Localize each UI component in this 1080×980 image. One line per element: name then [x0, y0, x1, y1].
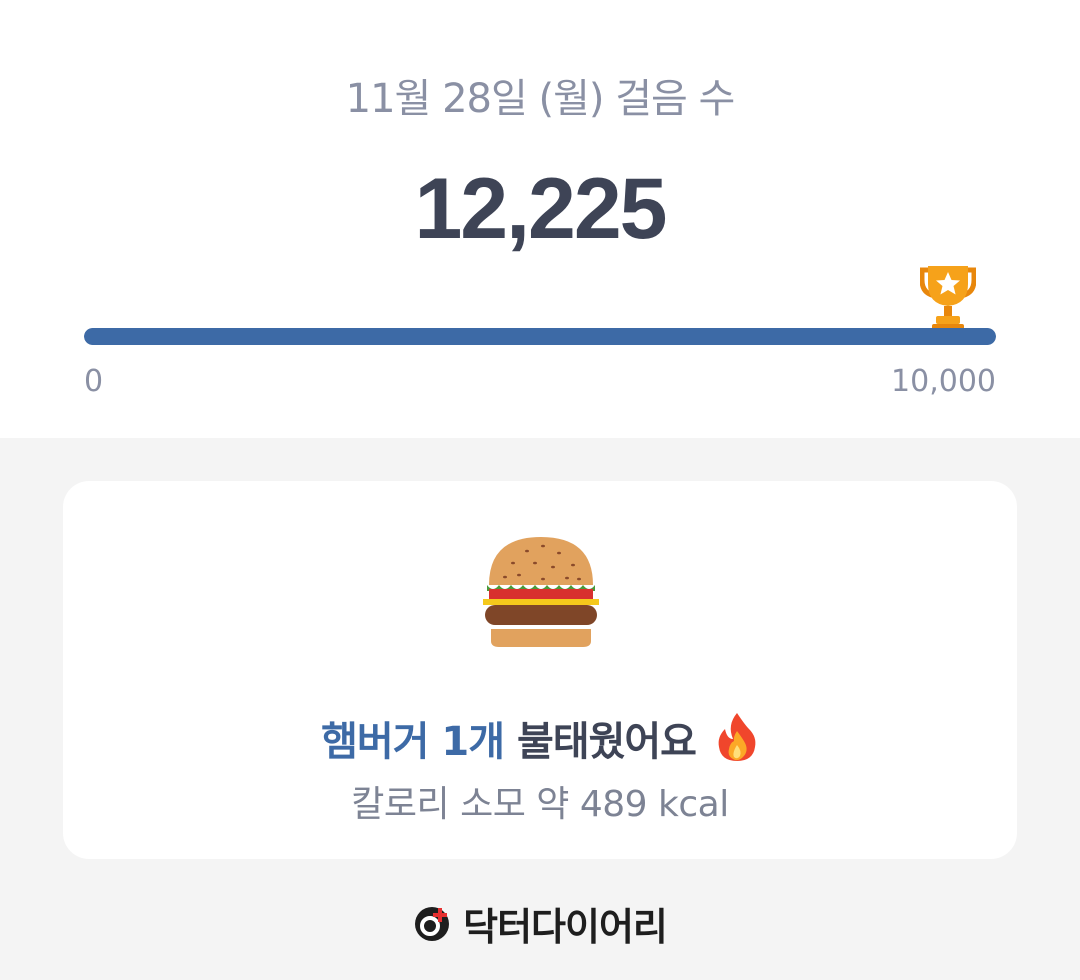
- date-step-label: 11월 28일 (월) 걸음 수: [345, 76, 736, 122]
- brand-name: 닥터다이어리: [463, 905, 668, 949]
- burn-text: 불태웠어요: [516, 719, 697, 765]
- step-progress-fill: [84, 328, 996, 345]
- trophy-icon: [920, 266, 976, 330]
- brand-footer: 닥터다이어리: [0, 896, 1080, 951]
- step-summary-panel: 11월 28일 (월) 걸음 수 12,225 0 10,000: [0, 0, 1080, 438]
- step-progress-bar: [84, 328, 996, 345]
- burn-message: 햄버거 1개 불태웠어요: [63, 709, 1017, 767]
- doctor-diary-logo-icon: [415, 906, 450, 941]
- calorie-burned-text: 칼로리 소모 약 489 kcal: [351, 784, 729, 825]
- progress-min-label: 0: [84, 364, 104, 399]
- step-count-value: 12,225: [414, 161, 667, 257]
- fire-icon: [718, 713, 756, 761]
- progress-max-label: 10,000: [891, 364, 996, 399]
- burn-food-count: 햄버거 1개: [321, 719, 505, 765]
- calorie-burn-card: 햄버거 1개 불태웠어요 칼로리 소모 약 489 kcal: [63, 481, 1017, 859]
- hamburger-icon: [483, 537, 599, 647]
